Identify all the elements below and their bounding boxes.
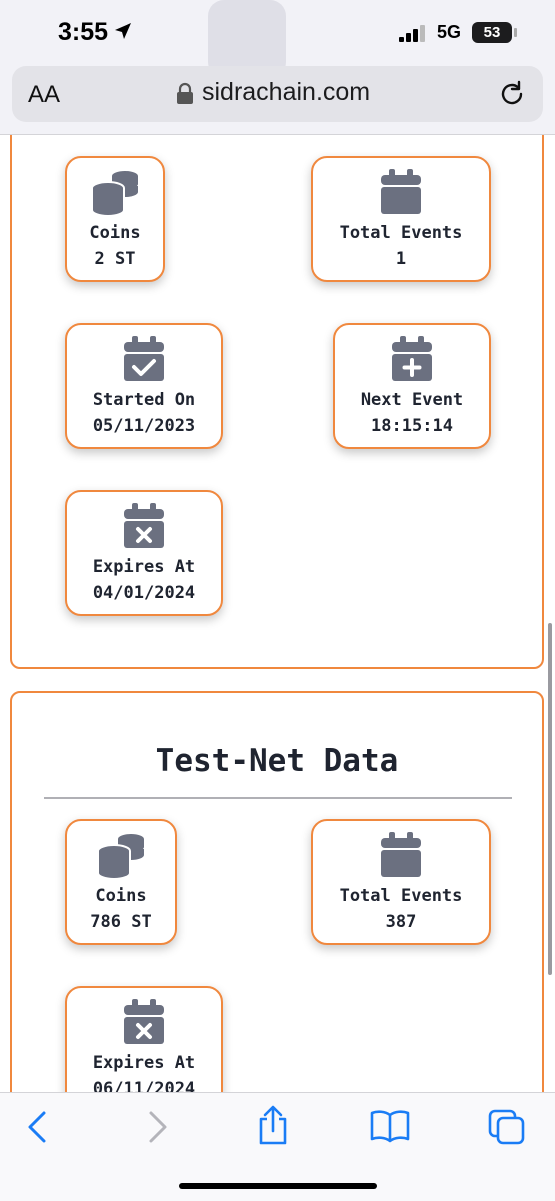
network-type: 5G [437,22,462,42]
expires-at-card[interactable]: Expires At 04/01/2024 [65,490,223,616]
calendar-check-icon [124,336,164,381]
status-time: 3:55 [58,18,109,46]
web-content[interactable]: Coins 2 ST Total Events 1 Started On 05/… [0,135,555,1092]
card-value: 06/11/2024 [92,1079,196,1092]
coins-icon [91,171,138,216]
card-label: Expires At [92,1053,196,1073]
started-on-card[interactable]: Started On 05/11/2023 [65,323,223,449]
status-bar: 3:55 5G 53 [0,0,555,78]
total-events-card[interactable]: Total Events 1 [311,156,491,282]
expires-at-card[interactable]: Expires At 06/11/2024 [65,986,223,1092]
calendar-plus-icon [392,336,432,381]
card-value: 2 ST [94,249,136,269]
card-label: Started On [92,390,196,410]
card-value: 1 [395,249,407,269]
card-value: 786 ST [90,912,152,932]
total-events-card[interactable]: Total Events 387 [311,819,491,945]
share-icon[interactable] [256,1105,290,1145]
battery-level: 53 [483,24,501,41]
card-label: Coins [95,886,147,906]
signal-icon [399,25,425,42]
card-label: Coins [89,223,141,243]
testnet-section: Test-Net Data Coins 786 ST Total Events … [10,691,544,1092]
coins-card[interactable]: Coins 786 ST [65,819,177,945]
coins-icon [97,834,144,879]
tabs-icon[interactable] [488,1109,526,1145]
card-label: Expires At [92,557,196,577]
battery-icon: 53 [472,22,512,43]
location-arrow-icon [115,23,131,39]
card-value: 387 [385,912,417,932]
calendar-x-icon [124,999,164,1044]
mainnet-section: Coins 2 ST Total Events 1 Started On 05/… [10,135,544,669]
card-label: Total Events [339,223,463,243]
url-domain[interactable]: sidrachain.com [202,78,370,107]
card-value: 04/01/2024 [92,583,196,603]
card-value: 05/11/2023 [92,416,196,436]
address-bar[interactable]: AA sidrachain.com [12,66,543,122]
divider [44,797,512,799]
bookmarks-icon[interactable] [369,1109,411,1143]
card-value: 18:15:14 [371,416,453,436]
lock-icon [177,82,193,104]
back-icon[interactable] [24,1109,52,1145]
calendar-x-icon [124,503,164,548]
battery-cap [514,28,517,37]
home-indicator[interactable] [179,1183,377,1189]
next-event-card[interactable]: Next Event 18:15:14 [333,323,491,449]
calendar-icon [381,169,421,214]
forward-icon[interactable] [143,1109,171,1145]
card-label: Next Event [360,390,464,410]
scrollbar[interactable] [548,623,552,975]
coins-card[interactable]: Coins 2 ST [65,156,165,282]
section-title: Test-Net Data [155,743,399,779]
calendar-icon [381,832,421,877]
text-size-button[interactable]: AA [28,81,60,109]
card-label: Total Events [339,886,463,906]
reload-icon[interactable] [498,80,526,108]
